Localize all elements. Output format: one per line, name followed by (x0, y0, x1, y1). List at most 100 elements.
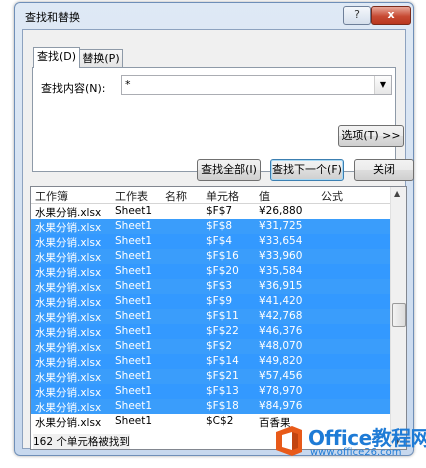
cell-address: $F$20 (206, 265, 239, 277)
cell-workbook: 水果分销.xlsx (35, 357, 102, 369)
cell-address: $F$16 (206, 250, 239, 262)
vertical-scrollbar[interactable]: ▲ ▼ (390, 187, 406, 449)
cell-workbook: 水果分销.xlsx (35, 297, 102, 309)
cell-address: $F$8 (206, 220, 233, 232)
cell-sheet: Sheet1 (115, 310, 153, 322)
table-row[interactable]: 水果分销.xlsx Sheet1 $F$14 ¥49,820 (31, 354, 391, 369)
office-logo-icon (276, 426, 302, 456)
col-header-cell[interactable]: 单元格 (206, 188, 239, 204)
find-what-value: * (125, 78, 131, 91)
cell-value: ¥35,584 (259, 265, 303, 277)
watermark: Office教程网 www.office26.com (272, 422, 426, 464)
cell-workbook: 水果分销.xlsx (35, 282, 102, 294)
table-row[interactable]: 水果分销.xlsx Sheet1 $F$22 ¥46,376 (31, 324, 391, 339)
cell-address: $F$7 (206, 205, 233, 217)
cell-workbook: 水果分销.xlsx (35, 402, 102, 414)
cell-address: $F$3 (206, 280, 233, 292)
scroll-up-icon[interactable]: ▲ (394, 189, 400, 198)
find-next-button[interactable]: 查找下一个(F) (270, 159, 344, 181)
cell-address: $F$11 (206, 310, 239, 322)
cell-value: ¥42,768 (259, 310, 303, 322)
cell-value: ¥46,376 (259, 325, 303, 337)
cell-sheet: Sheet1 (115, 295, 153, 307)
cell-value: ¥36,915 (259, 280, 303, 292)
find-what-input[interactable]: * ▼ (121, 75, 392, 95)
col-header-workbook[interactable]: 工作簿 (35, 188, 68, 204)
results-list[interactable]: 工作簿 工作表 名称 单元格 值 公式 水果分销.xlsx Sheet1 $F$7 ¥… (30, 186, 407, 450)
cell-address: $F$18 (206, 400, 239, 412)
cell-address: $F$22 (206, 325, 239, 337)
cell-sheet: Sheet1 (115, 280, 153, 292)
cell-workbook: 水果分销.xlsx (35, 252, 102, 264)
cell-address: $F$9 (206, 295, 233, 307)
cell-sheet: Sheet1 (115, 325, 153, 337)
col-header-formula[interactable]: 公式 (321, 188, 343, 204)
table-row[interactable]: 水果分销.xlsx Sheet1 $F$18 ¥84,976 (31, 399, 391, 414)
cell-value: ¥33,654 (259, 235, 303, 247)
cell-address: $F$21 (206, 370, 239, 382)
cell-workbook: 水果分销.xlsx (35, 267, 102, 279)
table-row[interactable]: 水果分销.xlsx Sheet1 $F$2 ¥48,070 (31, 339, 391, 354)
cell-address: $C$2 (206, 415, 234, 427)
cell-sheet: Sheet1 (115, 250, 153, 262)
table-row[interactable]: 水果分销.xlsx Sheet1 $F$9 ¥41,420 (31, 294, 391, 309)
window-title: 查找和替换 (25, 11, 80, 24)
col-header-name[interactable]: 名称 (165, 188, 187, 204)
cell-address: $F$13 (206, 385, 239, 397)
cell-value: ¥48,070 (259, 340, 303, 352)
table-row[interactable]: 水果分销.xlsx Sheet1 $F$13 ¥78,970 (31, 384, 391, 399)
cell-value: ¥31,725 (259, 220, 303, 232)
table-row[interactable]: 水果分销.xlsx Sheet1 $F$7 ¥26,880 (31, 204, 391, 219)
cell-workbook: 水果分销.xlsx (35, 312, 102, 324)
find-all-button[interactable]: 查找全部(I) (197, 159, 261, 181)
options-button[interactable]: 选项(T) >> (338, 125, 404, 147)
dialog-body: 查找(D) 替换(P) 查找内容(N): * ▼ 选项(T) >> 查找全部(I… (22, 29, 414, 450)
cell-value: ¥49,820 (259, 355, 303, 367)
cell-sheet: Sheet1 (115, 400, 153, 412)
cell-sheet: Sheet1 (115, 205, 153, 217)
table-row[interactable]: 水果分销.xlsx Sheet1 $F$4 ¥33,654 (31, 234, 391, 249)
col-header-value[interactable]: 值 (259, 188, 270, 204)
cell-workbook: 水果分销.xlsx (35, 237, 102, 249)
table-row[interactable]: 水果分销.xlsx Sheet1 $F$8 ¥31,725 (31, 219, 391, 234)
table-row[interactable]: 水果分销.xlsx Sheet1 $F$3 ¥36,915 (31, 279, 391, 294)
close-button[interactable]: 关闭 (354, 159, 414, 181)
results-header: 工作簿 工作表 名称 单元格 值 公式 (31, 187, 391, 204)
cell-sheet: Sheet1 (115, 370, 153, 382)
tab-find[interactable]: 查找(D) (33, 47, 80, 68)
help-button[interactable]: ? (343, 6, 371, 25)
table-row[interactable]: 水果分销.xlsx Sheet1 $F$21 ¥57,456 (31, 369, 391, 384)
table-row[interactable]: 水果分销.xlsx Sheet1 $F$20 ¥35,584 (31, 264, 391, 279)
cell-workbook: 水果分销.xlsx (35, 387, 102, 399)
cell-sheet: Sheet1 (115, 235, 153, 247)
find-panel: 查找内容(N): * ▼ (32, 67, 396, 172)
scroll-thumb[interactable] (392, 303, 406, 327)
cell-workbook: 水果分销.xlsx (35, 417, 102, 429)
col-header-sheet[interactable]: 工作表 (115, 188, 148, 204)
cell-value: ¥78,970 (259, 385, 303, 397)
tab-replace[interactable]: 替换(P) (79, 49, 123, 68)
cell-value: ¥26,880 (259, 205, 303, 217)
find-what-label: 查找内容(N): (41, 82, 106, 95)
cell-sheet: Sheet1 (115, 415, 153, 427)
table-row[interactable]: 水果分销.xlsx Sheet1 $F$16 ¥33,960 (31, 249, 391, 264)
cell-value: ¥57,456 (259, 370, 303, 382)
find-replace-dialog: 查找和替换 ? x 查找(D) 替换(P) 查找内容(N): * ▼ 选项(T)… (14, 2, 414, 456)
chevron-down-icon[interactable]: ▼ (374, 76, 391, 94)
cell-value: ¥41,420 (259, 295, 303, 307)
cell-workbook: 水果分销.xlsx (35, 372, 102, 384)
cell-address: $F$4 (206, 235, 233, 247)
cell-sheet: Sheet1 (115, 265, 153, 277)
cell-workbook: 水果分销.xlsx (35, 342, 102, 354)
cell-address: $F$14 (206, 355, 239, 367)
cell-workbook: 水果分销.xlsx (35, 207, 102, 219)
status-text: 162 个单元格被找到 (33, 434, 130, 449)
watermark-url: www.office26.com (310, 447, 402, 458)
cell-sheet: Sheet1 (115, 385, 153, 397)
close-window-button[interactable]: x (371, 6, 411, 25)
cell-value: ¥33,960 (259, 250, 303, 262)
cell-sheet: Sheet1 (115, 355, 153, 367)
table-row[interactable]: 水果分销.xlsx Sheet1 $F$11 ¥42,768 (31, 309, 391, 324)
cell-workbook: 水果分销.xlsx (35, 222, 102, 234)
title-bar[interactable]: 查找和替换 ? x (15, 3, 413, 29)
